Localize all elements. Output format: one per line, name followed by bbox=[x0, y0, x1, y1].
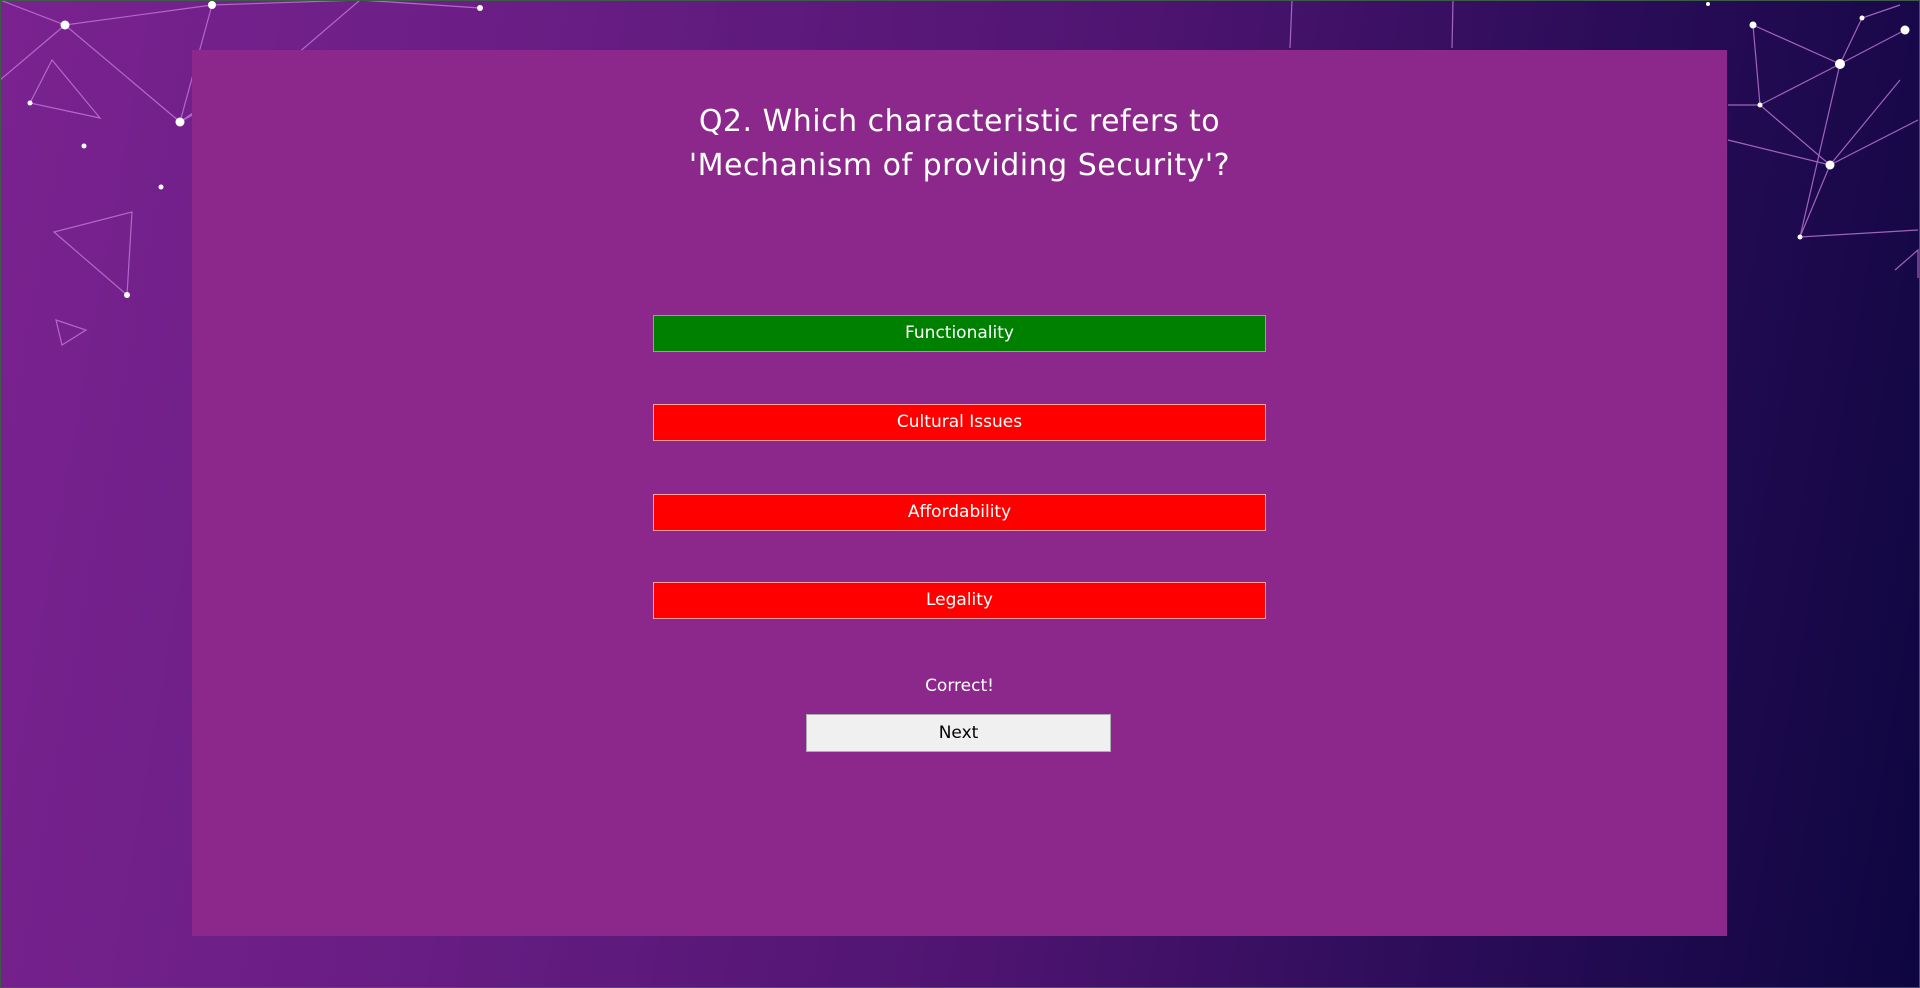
feedback-message: Correct! bbox=[925, 676, 994, 696]
next-button[interactable]: Next bbox=[806, 714, 1111, 752]
question-line-1: Q2. Which characteristic refers to bbox=[698, 104, 1221, 139]
question-line-2: 'Mechanism of providing Security'? bbox=[688, 148, 1231, 183]
answer-option-legality[interactable]: Legality bbox=[653, 582, 1266, 619]
answer-option-cultural-issues[interactable]: Cultural Issues bbox=[653, 404, 1266, 441]
answer-option-functionality[interactable]: Functionality bbox=[653, 315, 1266, 352]
quiz-panel: Q2. Which characteristic refers to 'Mech… bbox=[192, 50, 1727, 936]
answer-option-affordability[interactable]: Affordability bbox=[653, 494, 1266, 531]
question-text: Q2. Which characteristic refers to 'Mech… bbox=[192, 100, 1727, 188]
